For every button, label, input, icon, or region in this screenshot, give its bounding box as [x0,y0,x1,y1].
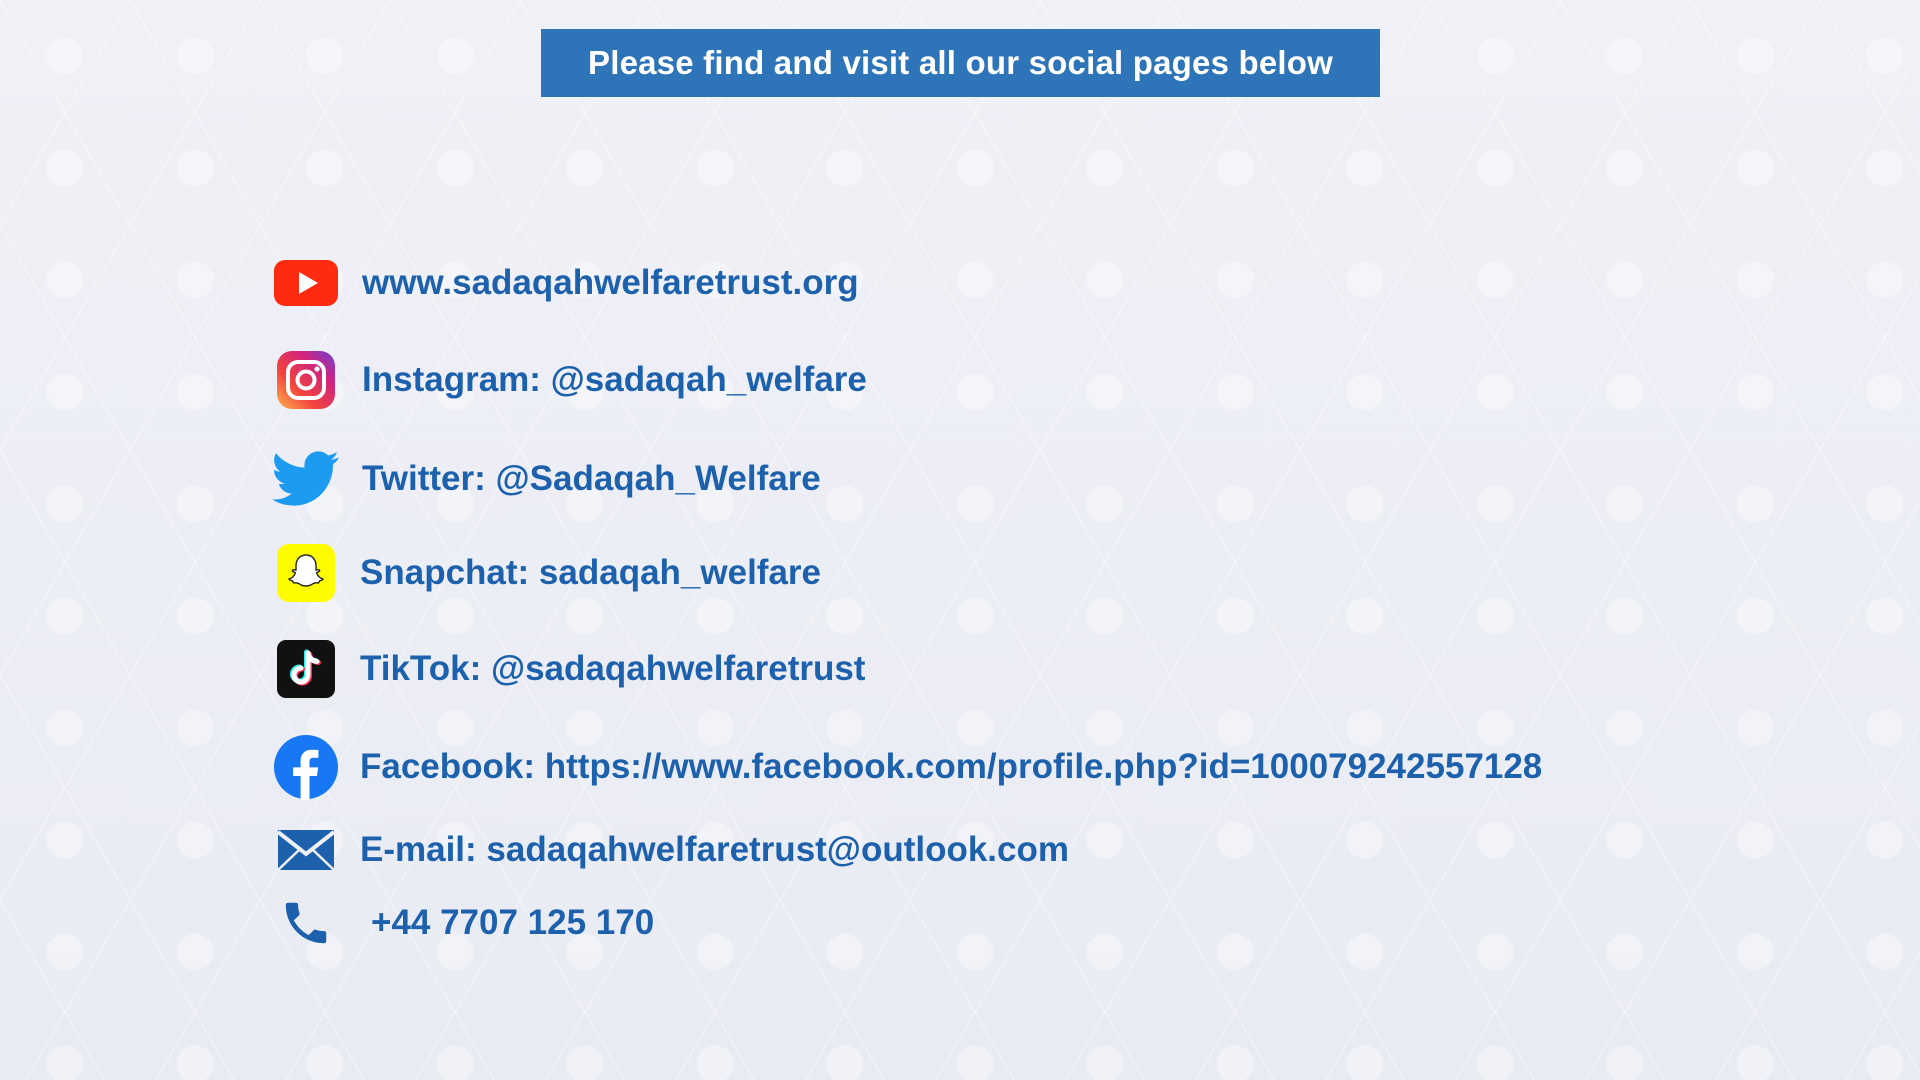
facebook-link[interactable]: Facebook: https://www.facebook.com/profi… [360,747,1542,787]
header-banner: Please find and visit all our social pag… [541,29,1380,97]
email-icon [272,816,340,884]
website-link[interactable]: www.sadaqahwelfaretrust.org [362,263,859,303]
youtube-icon [272,249,340,317]
email-address[interactable]: E-mail: sadaqahwelfaretrust@outlook.com [360,830,1069,870]
snapchat-icon [272,539,340,607]
contact-row-snapchat[interactable]: Snapchat: sadaqah_welfare [272,538,821,608]
tiktok-handle[interactable]: TikTok: @sadaqahwelfaretrust [360,649,865,689]
contact-row-website[interactable]: www.sadaqahwelfaretrust.org [272,248,859,318]
contact-row-facebook[interactable]: Facebook: https://www.facebook.com/profi… [272,732,1542,802]
phone-icon [272,889,340,957]
phone-number[interactable]: +44 7707 125 170 [371,903,654,943]
contact-row-tiktok[interactable]: TikTok: @sadaqahwelfaretrust [272,634,865,704]
tiktok-icon [272,635,340,703]
instagram-handle[interactable]: Instagram: @sadaqah_welfare [362,360,867,400]
twitter-icon [272,445,340,513]
twitter-handle[interactable]: Twitter: @Sadaqah_Welfare [362,459,821,499]
contact-row-email[interactable]: E-mail: sadaqahwelfaretrust@outlook.com [272,815,1069,885]
snapchat-handle[interactable]: Snapchat: sadaqah_welfare [360,553,821,593]
instagram-icon [272,346,340,414]
contact-row-phone[interactable]: +44 7707 125 170 [272,888,654,958]
contact-row-instagram[interactable]: Instagram: @sadaqah_welfare [272,345,867,415]
contact-row-twitter[interactable]: Twitter: @Sadaqah_Welfare [272,444,821,514]
banner-text: Please find and visit all our social pag… [588,44,1333,81]
facebook-icon [272,733,340,801]
